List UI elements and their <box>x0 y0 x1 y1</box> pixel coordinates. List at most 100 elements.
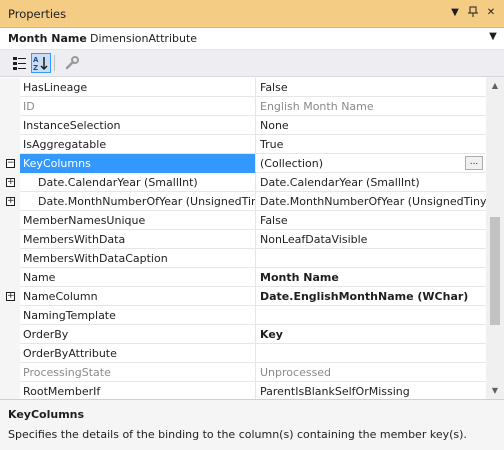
row-gutter <box>0 382 20 399</box>
window-position-dropdown-icon[interactable]: ▼ <box>448 6 462 20</box>
property-value[interactable]: ParentIsBlankSelfOrMissing <box>256 382 486 399</box>
object-type: DimensionAttribute <box>90 32 198 45</box>
property-value: Unprocessed <box>256 363 486 382</box>
property-row[interactable]: NamingTemplate <box>0 306 486 325</box>
property-value[interactable]: Month Name <box>256 268 486 287</box>
property-pages-button[interactable] <box>62 53 82 73</box>
property-row[interactable]: MemberNamesUnique False <box>0 211 486 230</box>
wrench-icon <box>65 56 79 70</box>
row-gutter <box>0 230 20 249</box>
property-value[interactable]: Date.MonthNumberOfYear (UnsignedTiny <box>256 192 486 211</box>
property-name: InstanceSelection <box>20 116 256 135</box>
collapse-icon[interactable]: − <box>6 159 15 168</box>
alphabetical-icon: A Z <box>33 56 48 71</box>
properties-title-bar: Properties ▼ ✕ <box>0 0 504 28</box>
row-gutter <box>0 116 20 135</box>
panel-title: Properties <box>8 7 67 21</box>
auto-hide-pin-icon[interactable] <box>466 6 480 20</box>
property-name: OrderByAttribute <box>20 344 256 363</box>
property-name: MembersWithDataCaption <box>20 249 256 268</box>
description-title: KeyColumns <box>8 408 85 421</box>
property-value[interactable]: NonLeafDataVisible <box>256 230 486 249</box>
property-row[interactable]: ProcessingState Unprocessed <box>0 363 486 382</box>
property-value[interactable] <box>256 249 486 268</box>
property-name: MemberNamesUnique <box>20 211 256 230</box>
property-value[interactable]: None <box>256 116 486 135</box>
row-gutter <box>0 363 20 382</box>
row-gutter <box>0 344 20 363</box>
expand-icon[interactable]: + <box>6 178 15 187</box>
svg-text:Z: Z <box>33 64 38 71</box>
scroll-down-icon[interactable]: ▼ <box>486 382 504 399</box>
property-value[interactable] <box>256 306 486 325</box>
object-name: Month Name <box>8 32 87 45</box>
property-name: RootMemberIf <box>20 382 256 399</box>
property-row[interactable]: IsAggregatable True <box>0 135 486 154</box>
row-gutter: − <box>0 154 20 173</box>
property-name: OrderBy <box>20 325 256 344</box>
row-gutter <box>0 211 20 230</box>
property-value[interactable]: False <box>256 78 486 97</box>
svg-text:A: A <box>33 56 39 64</box>
toolbar-separator <box>54 55 55 71</box>
property-value[interactable]: Date.EnglishMonthName (WChar) <box>256 287 486 306</box>
row-gutter <box>0 306 20 325</box>
property-row[interactable]: InstanceSelection None <box>0 116 486 135</box>
property-row[interactable]: ID English Month Name <box>0 97 486 116</box>
property-name: ProcessingState <box>20 363 256 382</box>
property-value[interactable]: False <box>256 211 486 230</box>
row-gutter <box>0 97 20 116</box>
property-value[interactable]: True <box>256 135 486 154</box>
expand-icon[interactable]: + <box>6 197 15 206</box>
property-name: MembersWithData <box>20 230 256 249</box>
categorized-icon <box>13 57 26 70</box>
vertical-scrollbar[interactable]: ▲ ▼ <box>486 77 504 399</box>
property-row[interactable]: OrderBy Key <box>0 325 486 344</box>
row-gutter <box>0 325 20 344</box>
property-row[interactable]: OrderByAttribute <box>0 344 486 363</box>
row-gutter <box>0 135 20 154</box>
property-row[interactable]: + Date.MonthNumberOfYear (UnsignedTiny Dat… <box>0 192 486 211</box>
chevron-down-icon[interactable]: ▼ <box>486 31 500 42</box>
property-value[interactable]: Key <box>256 325 486 344</box>
property-name: Date.CalendarYear (SmallInt) <box>20 173 256 192</box>
properties-toolbar: A Z <box>0 50 504 77</box>
description-pane: KeyColumns Specifies the details of the … <box>0 399 504 450</box>
scrollbar-thumb[interactable] <box>490 217 500 325</box>
property-name: NameColumn <box>20 287 256 306</box>
property-row[interactable]: + NameColumn Date.EnglishMonthName (WChar) <box>0 287 486 306</box>
row-gutter <box>0 268 20 287</box>
property-row[interactable]: Name Month Name <box>0 268 486 287</box>
expand-icon[interactable]: + <box>6 292 15 301</box>
property-value[interactable]: (Collection) <box>256 154 486 173</box>
row-gutter: + <box>0 173 20 192</box>
scroll-up-icon[interactable]: ▲ <box>486 77 504 94</box>
property-name: HasLineage <box>20 78 256 97</box>
categorized-button[interactable] <box>10 53 30 73</box>
property-row[interactable]: RootMemberIf ParentIsBlankSelfOrMissing <box>0 382 486 399</box>
property-name: IsAggregatable <box>20 135 256 154</box>
alphabetical-button[interactable]: A Z <box>31 53 51 73</box>
property-row[interactable]: MembersWithData NonLeafDataVisible <box>0 230 486 249</box>
row-gutter: + <box>0 192 20 211</box>
close-icon[interactable]: ✕ <box>484 6 498 20</box>
object-selector[interactable]: Month Name DimensionAttribute ▼ <box>0 28 504 50</box>
description-text: Specifies the details of the binding to … <box>8 428 467 441</box>
row-gutter <box>0 249 20 268</box>
property-name: NamingTemplate <box>20 306 256 325</box>
collection-editor-button[interactable]: ... <box>465 156 483 170</box>
property-grid[interactable]: HasLineage False ID English Month Name Insta… <box>0 77 486 399</box>
property-row[interactable]: HasLineage False <box>0 78 486 97</box>
property-name: ID <box>20 97 256 116</box>
property-value[interactable] <box>256 344 486 363</box>
row-gutter <box>0 78 20 97</box>
property-row[interactable]: + Date.CalendarYear (SmallInt) Date.Calend… <box>0 173 486 192</box>
property-row[interactable]: − KeyColumns (Collection)... <box>0 154 486 173</box>
property-row[interactable]: MembersWithDataCaption <box>0 249 486 268</box>
property-value: English Month Name <box>256 97 486 116</box>
property-name: Date.MonthNumberOfYear (UnsignedTiny <box>20 192 256 211</box>
row-gutter: + <box>0 287 20 306</box>
property-value[interactable]: Date.CalendarYear (SmallInt) <box>256 173 486 192</box>
property-name: Name <box>20 268 256 287</box>
property-name: KeyColumns <box>20 154 256 173</box>
